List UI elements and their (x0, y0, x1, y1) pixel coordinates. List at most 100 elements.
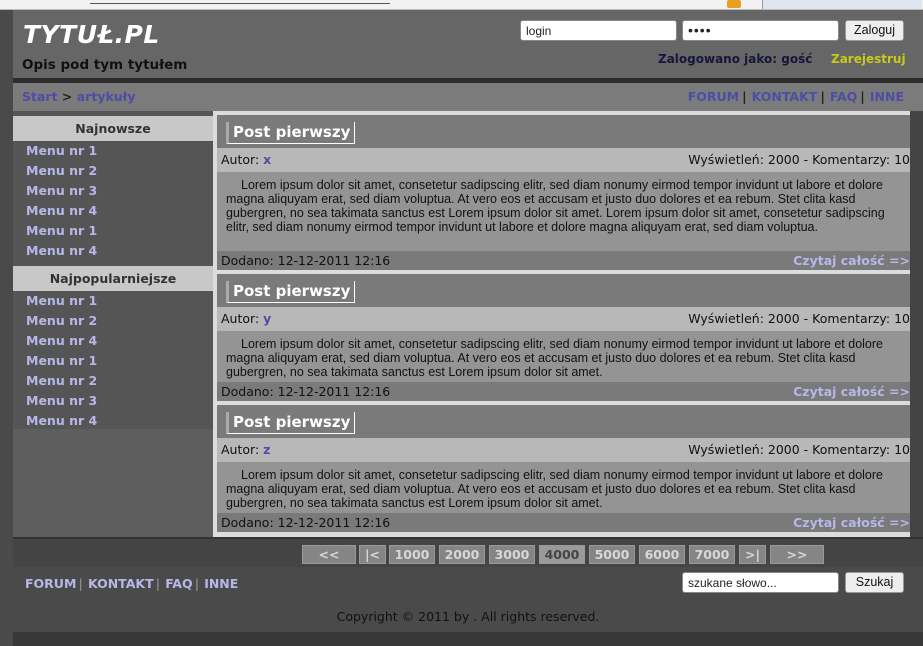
page-button[interactable]: 3000 (489, 545, 535, 564)
page-first-button[interactable]: << (302, 545, 356, 564)
author-label: Autor: (221, 311, 260, 326)
page-button[interactable]: 1000 (389, 545, 435, 564)
login-input[interactable]: login (520, 20, 677, 41)
post-title-bar: Post pierwszy (217, 274, 912, 307)
sidebar-popular-item[interactable]: Menu nr 3 (13, 391, 213, 411)
page-button[interactable]: 6000 (639, 545, 685, 564)
sidebar-popular-item[interactable]: Menu nr 4 (13, 331, 213, 351)
post-stats: Wyświetleń: 2000 - Komentarzy: 10 (688, 442, 910, 457)
post: Post pierwszy Autor: y Wyświetleń: 2000 … (217, 274, 912, 401)
post-author: Autor: y (221, 307, 271, 331)
footer-menu-forum[interactable]: FORUM (25, 576, 76, 591)
sidebar-newest-item[interactable]: Menu nr 2 (13, 161, 213, 181)
author-link[interactable]: z (263, 442, 270, 457)
top-menu-faq[interactable]: FAQ (830, 89, 857, 104)
post-meta: Autor: x Wyświetleń: 2000 - Komentarzy: … (217, 148, 912, 172)
post-footer: Dodano: 12-12-2011 12:16 Czytaj całość =… (217, 513, 912, 532)
post-title-bar: Post pierwszy (217, 115, 912, 148)
top-menu-other[interactable]: INNE (870, 89, 904, 104)
sidebar-popular-item[interactable]: Menu nr 1 (13, 291, 213, 311)
site-subtitle: Opis pod tym tytułem (22, 57, 188, 73)
sidebar-filler (13, 429, 213, 537)
sidebar-popular-item[interactable]: Menu nr 2 (13, 371, 213, 391)
breadcrumb-start-link[interactable]: Start (22, 89, 58, 104)
footer-menu-faq[interactable]: FAQ (165, 576, 192, 591)
page-button-current[interactable]: 4000 (539, 545, 585, 564)
author-label: Autor: (221, 442, 260, 457)
top-menu: FORUM | KONTAKT | FAQ | INNE (688, 89, 904, 104)
sidebar-newest-item[interactable]: Menu nr 1 (13, 141, 213, 161)
browser-top-strip (0, 0, 923, 10)
author-label: Autor: (221, 152, 260, 167)
page-start-button[interactable]: |< (359, 545, 386, 564)
navigation-bar: Start > artykuły FORUM | KONTAKT | FAQ | INNE (13, 83, 923, 111)
post-date: Dodano: 12-12-2011 12:16 (221, 515, 391, 530)
password-input[interactable]: •••• (682, 20, 839, 41)
menu-divider: | (155, 576, 161, 591)
top-menu-forum[interactable]: FORUM (688, 89, 739, 104)
sidebar: Najnowsze Menu nr 1 Menu nr 2 Menu nr 3 … (13, 111, 213, 429)
search-button[interactable]: Szukaj (845, 572, 904, 593)
post-footer: Dodano: 12-12-2011 12:16 Czytaj całość =… (217, 382, 912, 401)
post-title-bar: Post pierwszy (217, 405, 912, 438)
sidebar-popular-item[interactable]: Menu nr 4 (13, 411, 213, 431)
content-right-edge (910, 111, 923, 537)
site-header: TYTUŁ.PL Opis pod tym tytułem login ••••… (13, 10, 923, 78)
post-date: Dodano: 12-12-2011 12:16 (221, 384, 391, 399)
post-title[interactable]: Post pierwszy (226, 122, 356, 144)
post: Post pierwszy Autor: z Wyświetleń: 2000 … (217, 405, 912, 532)
bottom-strip (13, 632, 923, 646)
site-footer: FORUM | KONTAKT | FAQ | INNE szukane słowo... … (13, 567, 923, 632)
site-logo[interactable]: TYTUŁ.PL (23, 20, 160, 49)
top-menu-contact[interactable]: KONTAKT (752, 89, 818, 104)
menu-divider: | (820, 89, 825, 104)
post: Post pierwszy Autor: x Wyświetleń: 2000 … (217, 115, 912, 270)
footer-menu-other[interactable]: INNE (204, 576, 238, 591)
post-body: Lorem ipsum dolor sit amet, consetetur s… (217, 331, 912, 382)
post-author: Autor: x (221, 148, 271, 172)
copyright-text: Copyright © 2011 by . All rights reserve… (336, 609, 600, 624)
address-fragment (90, 0, 390, 4)
post-title[interactable]: Post pierwszy (226, 412, 356, 434)
post-footer: Dodano: 12-12-2011 12:16 Czytaj całość =… (217, 251, 912, 270)
sidebar-popular-item[interactable]: Menu nr 1 (13, 351, 213, 371)
page-button[interactable]: 7000 (689, 545, 735, 564)
sidebar-newest-item[interactable]: Menu nr 3 (13, 181, 213, 201)
post-title[interactable]: Post pierwszy (226, 281, 356, 303)
sidebar-newest-heading: Najnowsze (13, 116, 213, 141)
browser-toolbar-area (762, 0, 922, 9)
read-more-link[interactable]: Czytaj całość => (793, 382, 910, 402)
sidebar-popular-heading: Najpopularniejsze (13, 266, 213, 291)
page-button[interactable]: 5000 (589, 545, 635, 564)
footer-menu-contact[interactable]: KONTAKT (88, 576, 154, 591)
post-stats: Wyświetleń: 2000 - Komentarzy: 10 (688, 152, 910, 167)
post-body: Lorem ipsum dolor sit amet, consetetur s… (217, 462, 912, 513)
sidebar-newest-item[interactable]: Menu nr 4 (13, 201, 213, 221)
breadcrumb-separator: > (57, 89, 77, 104)
post-stats: Wyświetleń: 2000 - Komentarzy: 10 (688, 311, 910, 326)
sidebar-newest-item[interactable]: Menu nr 1 (13, 221, 213, 241)
search-input[interactable]: szukane słowo... (682, 572, 839, 593)
read-more-link[interactable]: Czytaj całość => (793, 251, 910, 271)
register-link[interactable]: Zarejestruj (831, 52, 906, 66)
sidebar-newest-item[interactable]: Menu nr 4 (13, 241, 213, 261)
page-end-button[interactable]: >| (739, 545, 766, 564)
breadcrumb-current-link[interactable]: artykuły (77, 89, 136, 104)
breadcrumb: Start > artykuły (22, 89, 135, 104)
menu-divider: | (860, 89, 865, 104)
sidebar-popular-item[interactable]: Menu nr 2 (13, 311, 213, 331)
logged-as-text: Zalogowano jako: gość (658, 52, 813, 66)
menu-divider: | (78, 576, 83, 591)
page-last-button[interactable]: >> (770, 545, 824, 564)
browser-icon (727, 0, 741, 8)
author-link[interactable]: y (263, 311, 271, 326)
post-author: Autor: z (221, 438, 270, 462)
author-link[interactable]: x (263, 152, 271, 167)
read-more-link[interactable]: Czytaj całość => (793, 513, 910, 533)
page-button[interactable]: 2000 (439, 545, 485, 564)
pagination: << |< 1000 2000 3000 4000 5000 6000 7000… (13, 537, 923, 567)
login-button[interactable]: Zaloguj (845, 20, 904, 41)
menu-divider: | (194, 576, 200, 591)
main-content: Post pierwszy Autor: x Wyświetleń: 2000 … (213, 111, 923, 537)
post-meta: Autor: z Wyświetleń: 2000 - Komentarzy: … (217, 438, 912, 462)
